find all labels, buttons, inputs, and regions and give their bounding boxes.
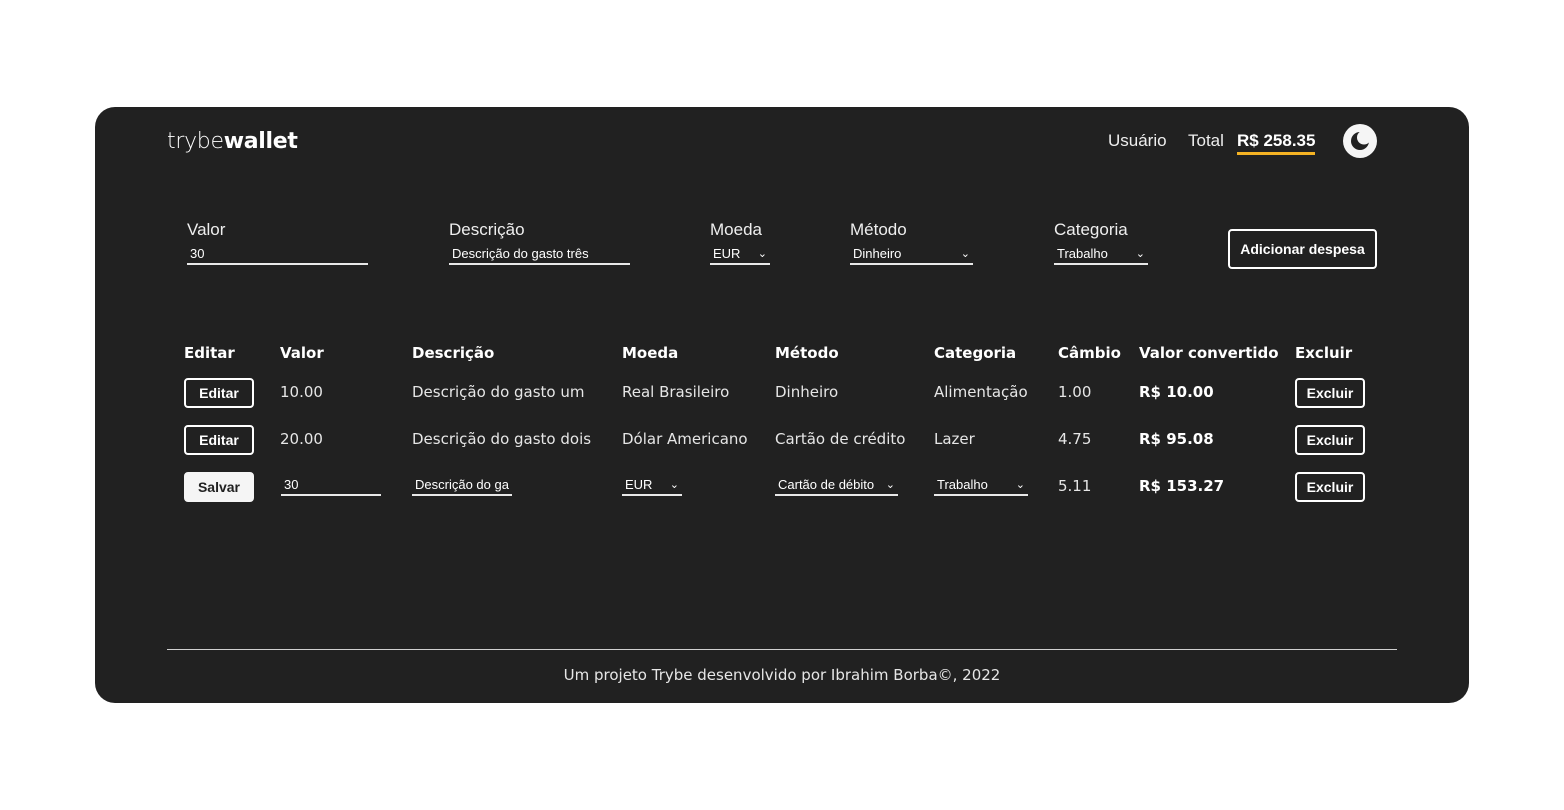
th-descricao: Descrição xyxy=(412,344,495,362)
moeda-select[interactable]: EUR ⌄ xyxy=(710,244,770,265)
th-valor: Valor xyxy=(280,344,324,362)
cell-moeda: Real Brasileiro xyxy=(622,383,730,401)
edit-valor-input[interactable]: 30 xyxy=(281,475,381,496)
cell-cambio: 4.75 xyxy=(1058,430,1092,448)
save-button[interactable]: Salvar xyxy=(184,472,254,502)
edit-moeda-select[interactable]: EUR ⌄ xyxy=(622,475,682,496)
cell-categoria: Lazer xyxy=(934,430,975,448)
th-excluir: Excluir xyxy=(1295,344,1353,362)
valor-input[interactable]: 30 xyxy=(187,244,368,265)
cell-valor-convertido: R$ 95.08 xyxy=(1139,430,1214,448)
valor-label: Valor xyxy=(187,220,226,239)
th-valor-convertido: Valor convertido xyxy=(1139,344,1279,362)
footer-divider xyxy=(167,649,1397,650)
descricao-label: Descrição xyxy=(449,220,525,239)
cell-descricao: Descrição do gasto um xyxy=(412,383,585,401)
valor-field: Valor 30 xyxy=(187,220,368,265)
total-label: Total xyxy=(1188,131,1224,150)
categoria-label: Categoria xyxy=(1054,220,1128,239)
edit-metodo-select[interactable]: Cartão de débito ⌄ xyxy=(775,475,898,496)
moeda-label: Moeda xyxy=(710,220,762,239)
total-value: R$ 258.35 xyxy=(1237,131,1316,155)
edit-categoria-select[interactable]: Trabalho ⌄ xyxy=(934,475,1028,496)
categoria-field: Categoria Trabalho ⌄ xyxy=(1054,220,1148,265)
moeda-field: Moeda EUR ⌄ xyxy=(710,220,770,265)
th-moeda: Moeda xyxy=(622,344,679,362)
chevron-down-icon: ⌄ xyxy=(960,248,970,260)
cell-descricao: Descrição do gasto dois xyxy=(412,430,592,448)
cell-categoria: Alimentação xyxy=(934,383,1028,401)
logo: trybewallet xyxy=(167,129,298,154)
cell-valor: 10.00 xyxy=(280,383,323,401)
cell-metodo: Dinheiro xyxy=(775,383,839,401)
delete-button[interactable]: Excluir xyxy=(1295,425,1365,455)
categoria-select[interactable]: Trabalho ⌄ xyxy=(1054,244,1148,265)
edit-button[interactable]: Editar xyxy=(184,378,254,408)
moon-icon xyxy=(1351,131,1370,150)
chevron-down-icon: ⌄ xyxy=(1015,479,1025,491)
chevron-down-icon: ⌄ xyxy=(1135,248,1145,260)
edit-button[interactable]: Editar xyxy=(184,425,254,455)
metodo-field: Método Dinheiro ⌄ xyxy=(850,220,973,265)
th-cambio: Câmbio xyxy=(1058,344,1121,362)
delete-button[interactable]: Excluir xyxy=(1295,472,1365,502)
cell-moeda: Dólar Americano xyxy=(622,430,748,448)
descricao-field: Descrição Descrição do gasto três xyxy=(449,220,630,265)
metodo-label: Método xyxy=(850,220,907,239)
footer-text: Um projeto Trybe desenvolvido por Ibrahi… xyxy=(563,666,1001,684)
chevron-down-icon: ⌄ xyxy=(885,479,895,491)
edit-descricao-input[interactable]: Descrição do ga xyxy=(412,475,512,496)
cell-valor-convertido: R$ 10.00 xyxy=(1139,383,1214,401)
th-editar: Editar xyxy=(184,344,235,362)
th-categoria: Categoria xyxy=(934,344,1017,362)
cell-cambio: 5.11 xyxy=(1058,477,1092,495)
metodo-select[interactable]: Dinheiro ⌄ xyxy=(850,244,973,265)
cell-metodo: Cartão de crédito xyxy=(775,430,906,448)
cell-valor-convertido: R$ 153.27 xyxy=(1139,477,1225,495)
user-email: Usuário xyxy=(1108,131,1167,150)
cell-valor: 20.00 xyxy=(280,430,323,448)
add-expense-button[interactable]: Adicionar despesa xyxy=(1228,229,1377,269)
th-metodo: Método xyxy=(775,344,839,362)
delete-button[interactable]: Excluir xyxy=(1295,378,1365,408)
theme-toggle-button[interactable] xyxy=(1343,124,1377,158)
chevron-down-icon: ⌄ xyxy=(669,479,679,491)
cell-cambio: 1.00 xyxy=(1058,383,1092,401)
chevron-down-icon: ⌄ xyxy=(757,248,767,260)
descricao-input[interactable]: Descrição do gasto três xyxy=(449,244,630,265)
wallet-app: trybewallet Usuário Total R$ 258.35 Valo… xyxy=(95,107,1469,703)
